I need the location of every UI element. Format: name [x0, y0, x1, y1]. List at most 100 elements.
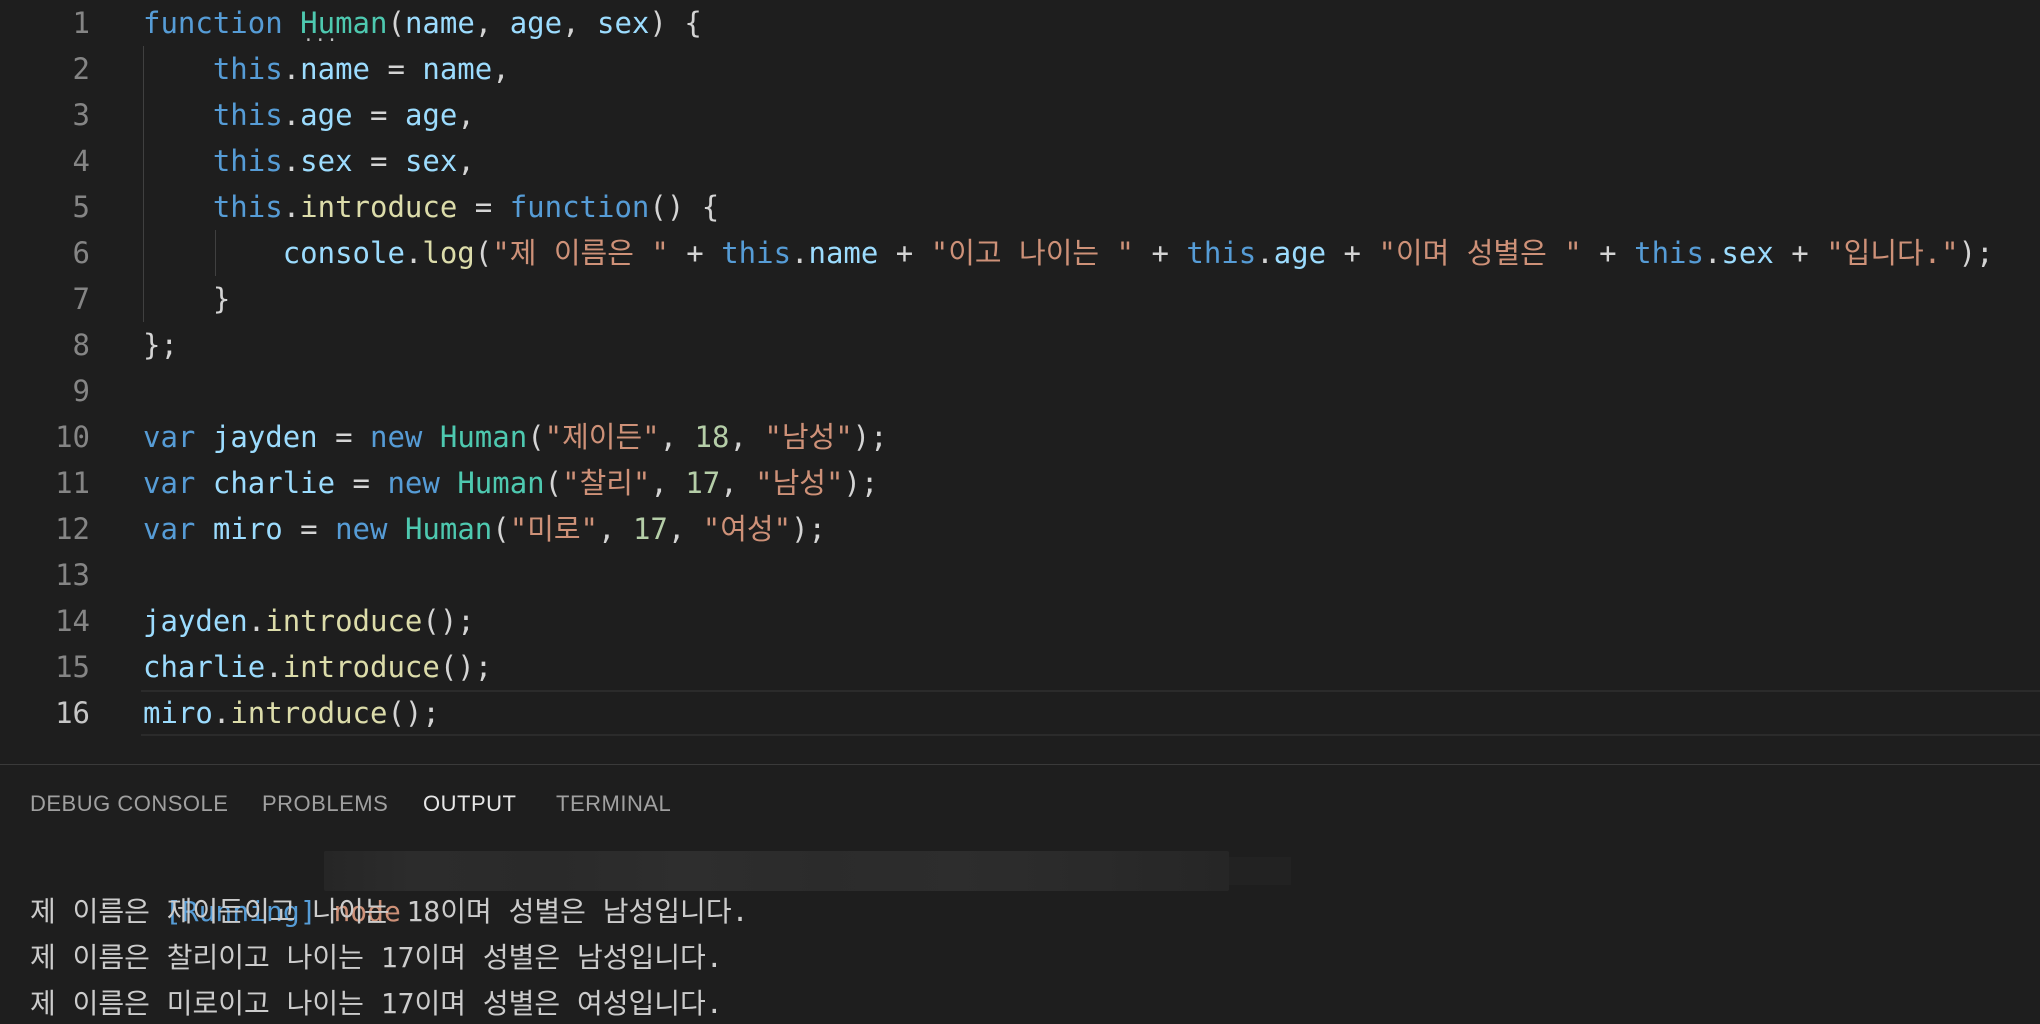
tab-terminal[interactable]: TERMINAL [556, 791, 671, 817]
code-token: introduce [230, 696, 388, 730]
output-content[interactable]: [Running] node 제 이름은 제이든이고 나이는 18이며 성별은 … [0, 841, 2040, 1024]
code-token: jayden [143, 604, 248, 638]
code-token: this [212, 52, 283, 86]
code-token: age [509, 6, 563, 40]
code-text: charlie.introduce(); [143, 644, 2040, 690]
code-token: this [212, 98, 283, 132]
code-line[interactable]: 13 [0, 552, 2040, 598]
code-token: name [808, 236, 879, 270]
code-token: = [352, 98, 405, 132]
code-token: introduce [300, 190, 458, 224]
output-line: 제 이름은 미로이고 나이는 17이며 성별은 여성입니다. [30, 987, 723, 1020]
code-token: = [370, 52, 423, 86]
code-token: charlie [143, 650, 266, 684]
code-line[interactable]: 3 this.age = age, [0, 92, 2040, 138]
code-text: miro.introduce(); [143, 690, 2040, 736]
code-token: + [668, 236, 722, 270]
code-text: function Human(name, age, sex) { [143, 0, 2040, 46]
code-token: "남성" [755, 466, 844, 500]
code-token: ); [852, 420, 888, 454]
code-token: "제 이름은 " [492, 236, 669, 270]
code-text: var jayden = new Human("제이든", 18, "남성"); [143, 414, 2040, 460]
code-text: }; [143, 322, 2040, 368]
code-token: new [387, 466, 440, 500]
code-token: function [143, 6, 283, 40]
hint-dots[interactable]: ··· [303, 32, 339, 50]
code-token: "이고 나이는 " [930, 236, 1134, 270]
code-token: ); [791, 512, 826, 546]
code-token: 17 [632, 512, 668, 546]
output-line: 제 이름은 제이든이고 나이는 18이며 성별은 남성입니다. [30, 895, 749, 928]
code-line[interactable]: 14 jayden.introduce(); [0, 598, 2040, 644]
code-line[interactable]: 10 var jayden = new Human("제이든", 18, "남성"… [0, 414, 2040, 460]
code-token: + [1326, 236, 1379, 270]
code-token: Human [404, 512, 493, 546]
code-token: 17 [685, 466, 721, 500]
tab-output[interactable]: OUTPUT [423, 791, 516, 817]
code-token: ) { [649, 6, 702, 40]
code-line[interactable]: 4 this.sex = sex, [0, 138, 2040, 184]
line-number: 3 [72, 98, 90, 132]
code-token: var [143, 420, 196, 454]
code-line[interactable]: 2 this.name = name, [0, 46, 2040, 92]
code-token: , [667, 512, 703, 546]
tab-debug-console[interactable]: DEBUG CONSOLE [30, 791, 228, 817]
tab-problems[interactable]: PROBLEMS [262, 791, 388, 817]
code-line[interactable]: 6 console.log("제 이름은 " + this.name + "이고… [0, 230, 2040, 276]
code-token: , [474, 6, 510, 40]
code-text: this.introduce = function() { [143, 184, 2040, 230]
code-token: . [282, 98, 301, 132]
code-line[interactable]: 8}; [0, 322, 2040, 368]
line-number: 8 [72, 328, 90, 362]
code-line[interactable]: 15 charlie.introduce(); [0, 644, 2040, 690]
code-line[interactable]: 5 this.introduce = function() { [0, 184, 2040, 230]
code-token: this [212, 144, 283, 178]
code-token: , [729, 420, 765, 454]
line-number: 7 [72, 282, 90, 316]
code-editor[interactable]: 1 function Human(name, age, sex) {2 this.… [0, 0, 2040, 756]
code-line[interactable]: 11 var charlie = new Human("찰리", 17, "남성"… [0, 460, 2040, 506]
code-token: (); [387, 696, 440, 730]
code-text: } [143, 276, 2040, 322]
code-token: + [1581, 236, 1635, 270]
code-token: . [212, 696, 231, 730]
code-token: name [404, 6, 475, 40]
code-token: var [143, 512, 196, 546]
line-number: 13 [55, 558, 90, 592]
code-token: new [335, 512, 388, 546]
code-token: ); [1958, 236, 1994, 270]
code-token: , [492, 52, 510, 86]
code-token: sex [597, 6, 650, 40]
code-token: introduce [265, 604, 423, 638]
code-token: , [650, 466, 686, 500]
code-token: , [457, 98, 475, 132]
output-running-line: [Running] node [30, 843, 1291, 928]
code-token: . [282, 52, 301, 86]
code-token: , [598, 512, 633, 546]
code-line[interactable]: 9 [0, 368, 2040, 414]
line-number: 1 [72, 6, 90, 40]
line-number: 15 [55, 650, 90, 684]
code-token: . [1703, 236, 1722, 270]
code-token: "이며 성별은 " [1378, 236, 1582, 270]
line-number: 16 [55, 696, 90, 730]
code-token: ( [474, 236, 493, 270]
code-token: miro [143, 696, 213, 730]
code-text: this.sex = sex, [143, 138, 2040, 184]
panel-tab-bar: DEBUG CONSOLE PROBLEMS OUTPUT TERMINAL [0, 765, 2040, 841]
code-token: ( [492, 512, 510, 546]
code-token: , [457, 144, 475, 178]
code-line[interactable]: 12 var miro = new Human("미로", 17, "여성"); [0, 506, 2040, 552]
code-token: = [282, 512, 336, 546]
code-line[interactable]: 16 miro.introduce(); [0, 690, 2040, 736]
code-token: = [352, 144, 405, 178]
code-line[interactable]: 7 } [0, 276, 2040, 322]
code-token: age [1273, 236, 1327, 270]
code-token: "남성" [764, 420, 853, 454]
